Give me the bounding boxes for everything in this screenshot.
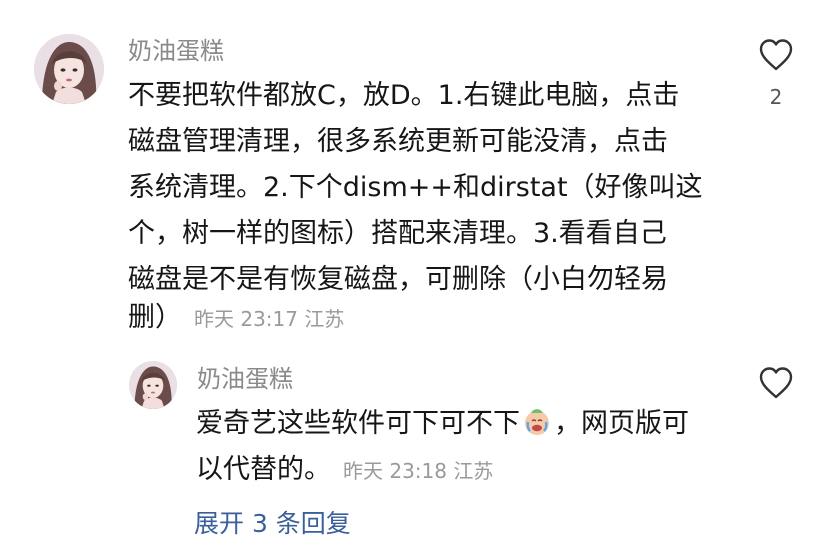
comment-text-line: 系统清理。2.下个dism++和dirstat（好像叫这: [128, 172, 703, 203]
comment-text-line: 磁盘管理清理，很多系统更新可能没清，点击: [128, 126, 668, 157]
heart-outline-icon: [759, 39, 793, 71]
avatar[interactable]: [34, 34, 104, 104]
heart-outline-icon: [759, 367, 793, 399]
like-button[interactable]: [758, 366, 794, 400]
avatar-illustration: [129, 361, 177, 409]
reply-text-line-last: 以代替的。 昨天 23:18 江苏: [196, 452, 493, 489]
comment-text-line: 磁盘是不是有恢复磁盘，可删除（小白勿轻易: [128, 264, 668, 295]
comment-text-line: 不要把软件都放C，放D。1.右键此电脑，点击: [128, 80, 680, 111]
like-count: 2: [769, 85, 783, 109]
comment-meta: 昨天 23:17 江苏: [194, 307, 344, 331]
crying-face-icon: [525, 409, 549, 435]
comment-text-tail: 删）: [128, 302, 182, 333]
comment-text-line-last: 删） 昨天 23:17 江苏: [128, 300, 344, 337]
reply-text-part: ，网页版可: [554, 408, 689, 439]
crying-face-emoji: [522, 406, 552, 436]
reply-location: 江苏: [453, 459, 494, 483]
comment-timestamp: 昨天 23:17: [194, 307, 298, 331]
reply-username[interactable]: 奶油蛋糕: [197, 364, 293, 394]
comment-text-line: 个，树一样的图标）搭配来清理。3.看看自己: [128, 218, 667, 249]
like-button[interactable]: [758, 38, 794, 72]
avatar[interactable]: [129, 361, 177, 409]
comment-username[interactable]: 奶油蛋糕: [128, 36, 224, 66]
comment-location: 江苏: [304, 307, 345, 331]
reply-text-part: 爱奇艺这些软件可下可不下: [196, 408, 520, 439]
reply-meta: 昨天 23:18 江苏: [343, 459, 493, 483]
avatar-illustration: [34, 34, 104, 104]
reply-text-line: 爱奇艺这些软件可下可不下 ，网页版可: [196, 406, 689, 442]
reply-text-tail: 以代替的。: [196, 454, 331, 485]
expand-replies-link[interactable]: 展开 3 条回复: [194, 508, 351, 540]
reply-timestamp: 昨天 23:18: [343, 459, 447, 483]
